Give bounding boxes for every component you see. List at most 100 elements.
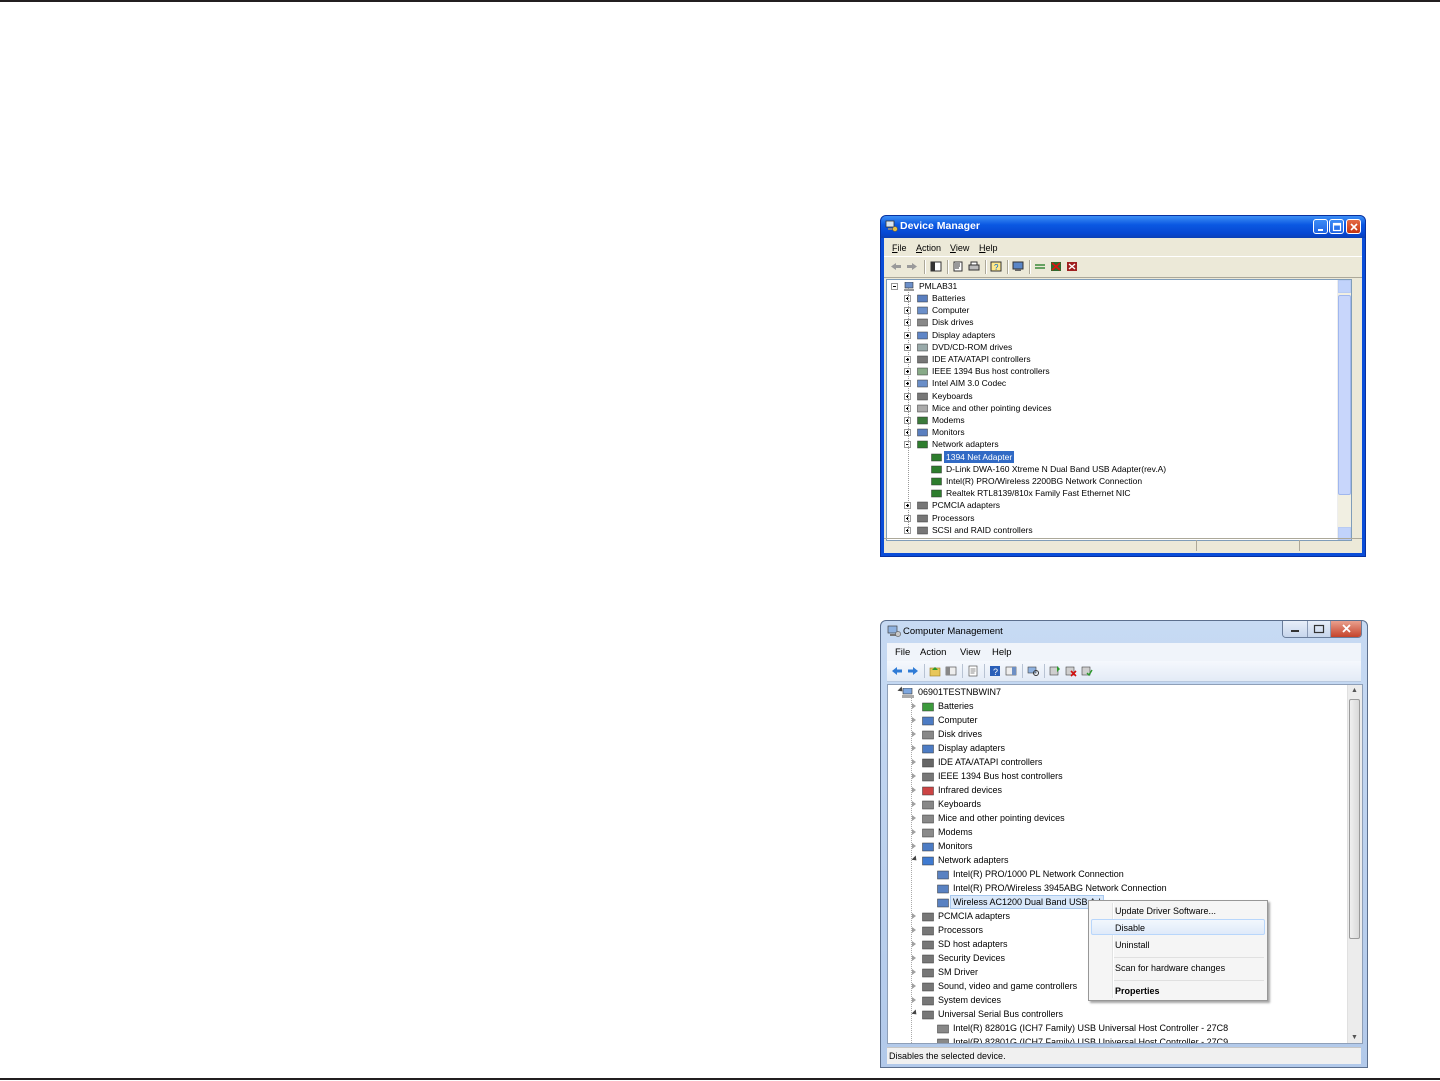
device-category-icon [922, 856, 934, 866]
menu-item-scan[interactable]: Scan for hardware changes [1115, 963, 1225, 973]
maximize-button[interactable] [1329, 219, 1344, 234]
expand-toggle[interactable] [912, 997, 916, 1003]
menu-item-uninstall[interactable]: Uninstall [1115, 940, 1150, 950]
expand-toggle[interactable] [912, 815, 916, 821]
menu-action[interactable]: Action [920, 647, 946, 658]
device-category-icon [917, 355, 928, 364]
collapse-root-toggle[interactable] [891, 283, 898, 290]
status-bar [884, 538, 1362, 553]
scroll-up-button[interactable] [1338, 280, 1351, 293]
device-category-icon [917, 380, 928, 388]
scrollbar-thumb[interactable] [1338, 295, 1351, 495]
window-title: Computer Management [903, 626, 1003, 637]
help-icon[interactable]: ? [989, 665, 1001, 677]
properties-icon[interactable] [967, 665, 979, 677]
expand-toggle[interactable] [912, 955, 916, 961]
device-category-icon [922, 800, 934, 810]
bottom-rule [0, 1078, 1440, 1080]
update-driver-icon[interactable] [1034, 261, 1046, 272]
menu-item-properties[interactable]: Properties [1115, 986, 1160, 996]
show-hide-tree-icon[interactable] [945, 665, 957, 677]
network-adapter-icon [931, 453, 942, 461]
menu-file[interactable]: File [895, 647, 910, 658]
device-category-icon [922, 786, 934, 796]
expand-toggle[interactable] [912, 703, 916, 709]
expand-toggle[interactable] [912, 801, 916, 807]
device-manager-window: Device Manager File Action View Help ? P… [880, 215, 1366, 557]
vertical-scrollbar[interactable] [1337, 280, 1351, 540]
expand-toggle[interactable] [912, 829, 916, 835]
close-button[interactable] [1346, 219, 1361, 234]
expand-toggle[interactable] [912, 983, 916, 989]
usb-controller-icon [937, 1024, 949, 1034]
scan-hardware-icon[interactable] [1012, 261, 1024, 272]
enable-device-icon[interactable] [1081, 665, 1093, 677]
device-category-icon [922, 1010, 934, 1020]
scrollbar-thumb[interactable] [1349, 699, 1360, 939]
close-icon [1342, 624, 1351, 633]
device-category-icon [922, 744, 934, 754]
top-rule [0, 0, 1440, 2]
expand-toggle[interactable] [912, 745, 916, 751]
help-icon[interactable]: ? [990, 261, 1002, 272]
expand-toggle[interactable] [912, 731, 916, 737]
minimize-button[interactable] [1283, 621, 1308, 637]
expand-toggle[interactable] [911, 1009, 919, 1017]
uninstall-icon[interactable] [1065, 665, 1077, 677]
menu-help[interactable]: Help [979, 243, 998, 253]
usb-controller-icon [937, 1038, 949, 1043]
scan-hardware-icon[interactable] [1027, 665, 1039, 677]
expand-toggle[interactable] [912, 969, 916, 975]
toolbar: ? [884, 256, 1362, 278]
expand-toggle[interactable] [912, 843, 916, 849]
title-bar[interactable]: Device Manager [881, 216, 1365, 238]
expand-toggle[interactable] [912, 717, 916, 723]
menu-file[interactable]: File [892, 243, 907, 253]
forward-arrow-icon[interactable] [907, 665, 919, 677]
show-hide-tree-icon[interactable] [930, 261, 942, 272]
device-category-icon [917, 319, 928, 327]
menu-help[interactable]: Help [992, 647, 1012, 658]
disable-device-icon[interactable] [1050, 261, 1062, 272]
properties-icon[interactable] [952, 261, 964, 272]
device-category-icon [917, 416, 928, 425]
expand-toggle[interactable] [912, 941, 916, 947]
expand-toggle[interactable] [912, 759, 916, 765]
minimize-button[interactable] [1313, 219, 1328, 234]
maximize-icon [1313, 624, 1325, 634]
action-pane-icon[interactable] [1005, 665, 1017, 677]
vertical-scrollbar[interactable]: ▲ ▼ [1347, 685, 1362, 1043]
device-category-icon [922, 716, 934, 726]
uninstall-icon[interactable] [1066, 261, 1078, 272]
back-arrow-icon[interactable] [890, 261, 902, 272]
expand-toggle[interactable] [912, 927, 916, 933]
computer-icon [902, 688, 914, 698]
device-category-icon [917, 367, 928, 376]
close-button[interactable] [1331, 621, 1361, 637]
back-arrow-icon[interactable] [891, 665, 903, 677]
device-category-icon [922, 702, 934, 712]
device-category-icon [922, 772, 934, 782]
menu-bar: File Action View Help [887, 643, 1361, 661]
device-category-icon [917, 331, 928, 339]
expand-toggle[interactable] [912, 787, 916, 793]
network-adapter-icon [937, 884, 949, 894]
print-icon[interactable] [968, 261, 980, 272]
menu-view[interactable]: View [950, 243, 969, 253]
menu-action[interactable]: Action [916, 243, 941, 253]
expand-toggle[interactable] [911, 855, 919, 863]
menu-item-disable[interactable]: Disable [1115, 923, 1145, 933]
title-bar[interactable]: Computer Management [881, 621, 1367, 641]
device-category-icon [922, 968, 934, 978]
device-category-icon [917, 514, 928, 522]
forward-arrow-icon[interactable] [906, 261, 918, 272]
menu-item-update-driver[interactable]: Update Driver Software... [1115, 906, 1216, 916]
network-adapter-icon [931, 465, 942, 474]
maximize-button[interactable] [1308, 621, 1331, 637]
menu-view[interactable]: View [960, 647, 980, 658]
expand-toggle[interactable] [912, 773, 916, 779]
update-driver-icon[interactable] [1049, 665, 1061, 677]
device-category-icon [922, 996, 934, 1006]
expand-toggle[interactable] [912, 913, 916, 919]
up-folder-icon[interactable] [929, 665, 941, 677]
